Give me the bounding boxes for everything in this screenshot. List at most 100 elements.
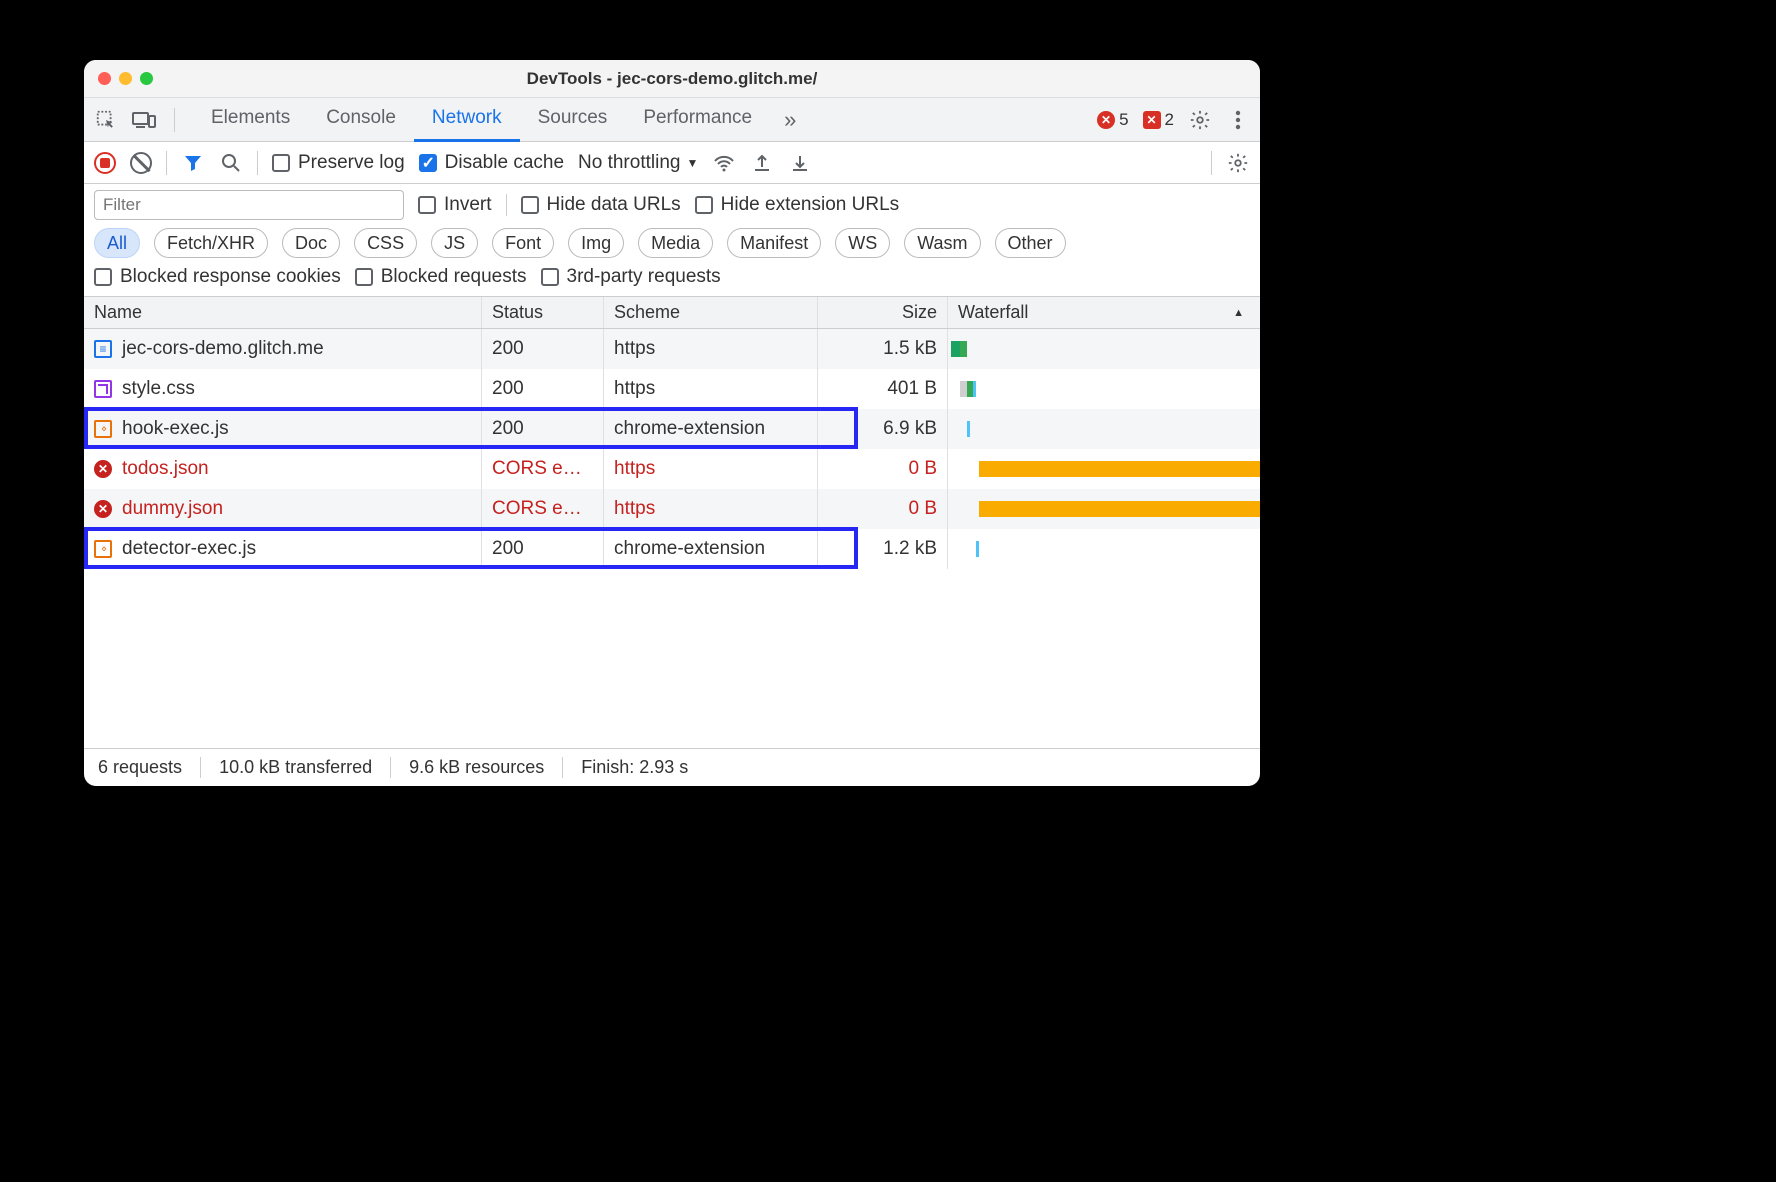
sort-indicator-icon: ▲: [1233, 307, 1250, 319]
request-name: hook-exec.js: [122, 418, 229, 440]
doc-icon: [94, 340, 112, 358]
request-scheme: chrome-extension: [604, 409, 818, 449]
panel-tabbar: ElementsConsoleNetworkSourcesPerformance…: [84, 98, 1260, 142]
col-scheme[interactable]: Scheme: [604, 297, 818, 328]
filter-bar: Invert Hide data URLs Hide extension URL…: [84, 184, 1260, 297]
import-har-icon[interactable]: [788, 151, 812, 175]
js-icon: [94, 540, 112, 558]
request-scheme: https: [604, 329, 818, 369]
more-panels-icon[interactable]: »: [784, 107, 796, 133]
devtools-window: DevTools - jec-cors-demo.glitch.me/ Elem…: [84, 60, 1260, 786]
waterfall-cell: [948, 409, 1260, 449]
status-transferred: 10.0 kB transferred: [201, 757, 391, 778]
status-requests: 6 requests: [98, 757, 201, 778]
inspect-element-icon[interactable]: [94, 108, 118, 132]
request-name: style.css: [122, 378, 195, 400]
table-row[interactable]: jec-cors-demo.glitch.me 200https1.5 kB: [84, 329, 1260, 369]
table-row[interactable]: detector-exec.js 200chrome-extension1.2 k…: [84, 529, 1260, 569]
tab-performance[interactable]: Performance: [625, 98, 770, 142]
table-row[interactable]: todos.jsonCORS e…https0 B: [84, 449, 1260, 489]
panel-tabs: ElementsConsoleNetworkSourcesPerformance: [193, 98, 770, 142]
request-name: jec-cors-demo.glitch.me: [122, 338, 324, 360]
table-row[interactable]: style.css200https401 B: [84, 369, 1260, 409]
resource-type-filters: All Fetch/XHR Doc CSS JS Font Img Media Manifest…: [94, 228, 1250, 258]
filter-pill-doc[interactable]: Doc: [282, 228, 340, 258]
request-scheme: chrome-extension: [604, 529, 818, 569]
waterfall-cell: [948, 329, 1260, 369]
waterfall-cell: [948, 369, 1260, 409]
request-size: 6.9 kB: [818, 409, 948, 449]
request-status: 200: [482, 529, 604, 569]
filter-pill-ws[interactable]: WS: [835, 228, 890, 258]
clear-button[interactable]: [130, 152, 152, 174]
waterfall-cell: [948, 529, 1260, 569]
request-scheme: https: [604, 449, 818, 489]
col-name[interactable]: Name: [84, 297, 482, 328]
table-row[interactable]: dummy.json CORS e…https0 B: [84, 489, 1260, 529]
table-row[interactable]: hook-exec.js 200chrome-extension6.9 kB: [84, 409, 1260, 449]
request-name: detector-exec.js: [122, 538, 256, 560]
filter-pill-media[interactable]: Media: [638, 228, 713, 258]
filter-pill-other[interactable]: Other: [995, 228, 1066, 258]
settings-icon[interactable]: [1188, 108, 1212, 132]
network-toolbar: Preserve log Disable cache No throttling…: [84, 142, 1260, 184]
request-status: CORS e…: [482, 489, 604, 529]
hide-extension-urls-checkbox[interactable]: Hide extension URLs: [695, 194, 899, 216]
col-waterfall[interactable]: Waterfall▲: [948, 297, 1260, 328]
titlebar: DevTools - jec-cors-demo.glitch.me/: [84, 60, 1260, 98]
preserve-log-checkbox[interactable]: Preserve log: [272, 152, 405, 174]
tab-sources[interactable]: Sources: [520, 98, 626, 142]
request-name: todos.json: [122, 458, 209, 480]
search-icon[interactable]: [219, 151, 243, 175]
export-har-icon[interactable]: [750, 151, 774, 175]
filter-pill-js[interactable]: JS: [431, 228, 478, 258]
css-icon: [94, 380, 112, 398]
kebab-menu-icon[interactable]: [1226, 108, 1250, 132]
blocked-requests-checkbox[interactable]: Blocked requests: [355, 266, 527, 288]
tab-console[interactable]: Console: [308, 98, 414, 142]
error-count[interactable]: ✕ 5: [1097, 110, 1128, 130]
request-name: dummy.json: [122, 498, 223, 520]
tab-network[interactable]: Network: [414, 98, 520, 142]
tab-elements[interactable]: Elements: [193, 98, 308, 142]
request-status: 200: [482, 329, 604, 369]
requests-table: Name Status Scheme Size Waterfall▲ jec-c…: [84, 297, 1260, 748]
filter-pill-css[interactable]: CSS: [354, 228, 417, 258]
filter-pill-fetch-xhr[interactable]: Fetch/XHR: [154, 228, 268, 258]
status-bar: 6 requests 10.0 kB transferred 9.6 kB re…: [84, 748, 1260, 786]
network-settings-icon[interactable]: [1226, 151, 1250, 175]
filter-pill-all[interactable]: All: [94, 228, 140, 258]
js-icon: [94, 420, 112, 438]
third-party-checkbox[interactable]: 3rd-party requests: [541, 266, 721, 288]
invert-checkbox[interactable]: Invert: [418, 194, 492, 216]
errx-icon: [94, 500, 112, 518]
filter-pill-img[interactable]: Img: [568, 228, 624, 258]
disable-cache-checkbox[interactable]: Disable cache: [419, 152, 564, 174]
filter-icon[interactable]: [181, 151, 205, 175]
window-title: DevTools - jec-cors-demo.glitch.me/: [84, 69, 1260, 89]
record-button[interactable]: [94, 152, 116, 174]
request-scheme: https: [604, 489, 818, 529]
col-size[interactable]: Size: [818, 297, 948, 328]
request-scheme: https: [604, 369, 818, 409]
device-toolbar-icon[interactable]: [132, 108, 156, 132]
blocked-cookies-checkbox[interactable]: Blocked response cookies: [94, 266, 341, 288]
waterfall-cell: [948, 489, 1260, 529]
status-finish: Finish: 2.93 s: [563, 757, 706, 778]
request-size: 1.2 kB: [818, 529, 948, 569]
status-resources: 9.6 kB resources: [391, 757, 563, 778]
request-size: 0 B: [818, 489, 948, 529]
issues-count[interactable]: ✕ 2: [1143, 110, 1174, 130]
filter-pill-font[interactable]: Font: [492, 228, 554, 258]
filter-pill-wasm[interactable]: Wasm: [904, 228, 980, 258]
request-size: 0 B: [818, 449, 948, 489]
col-status[interactable]: Status: [482, 297, 604, 328]
request-status: 200: [482, 409, 604, 449]
throttling-select[interactable]: No throttling▼: [578, 152, 698, 174]
table-header: Name Status Scheme Size Waterfall▲: [84, 297, 1260, 329]
request-size: 1.5 kB: [818, 329, 948, 369]
network-conditions-icon[interactable]: [712, 151, 736, 175]
filter-input[interactable]: [94, 190, 404, 220]
hide-data-urls-checkbox[interactable]: Hide data URLs: [521, 194, 681, 216]
filter-pill-manifest[interactable]: Manifest: [727, 228, 821, 258]
